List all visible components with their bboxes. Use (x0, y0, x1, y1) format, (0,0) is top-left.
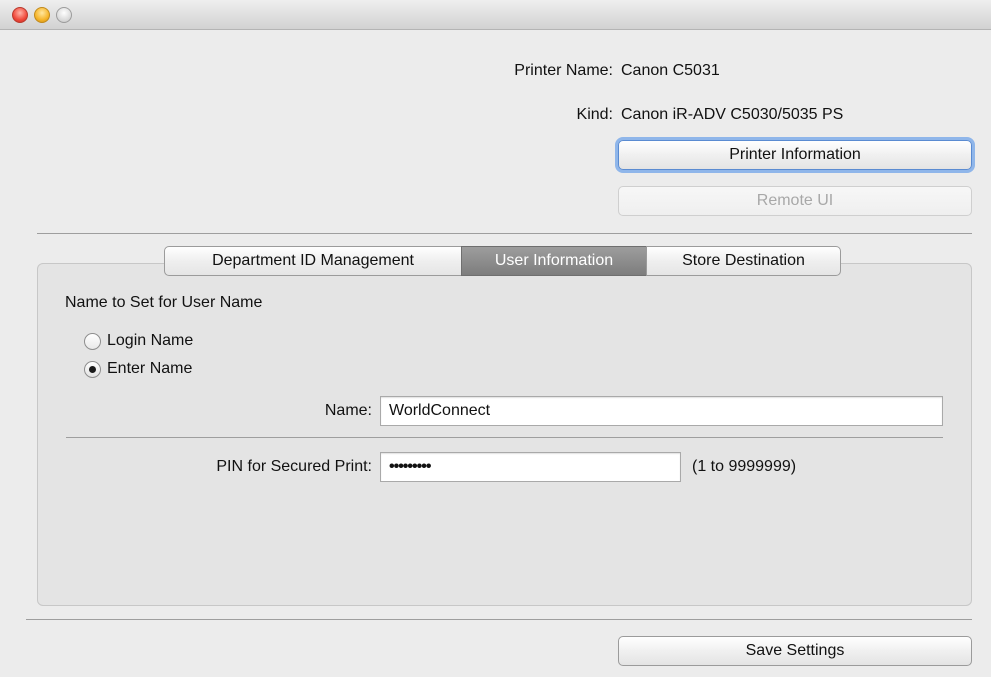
pin-input[interactable]: ••••••••• (380, 452, 681, 482)
printer-kind-label: Kind: (576, 106, 613, 123)
printer-kind-value: Canon iR-ADV C5030/5035 PS (621, 106, 844, 123)
minimize-window-button[interactable] (34, 7, 50, 23)
pin-range-hint: (1 to 9999999) (692, 458, 797, 475)
printer-name-label: Printer Name: (514, 62, 613, 79)
printer-information-button[interactable]: Printer Information (618, 140, 972, 170)
tab-bar: Department ID Management User Informatio… (164, 246, 841, 276)
user-name-section-title: Name to Set for User Name (65, 294, 263, 311)
enter-name-label: Enter Name (107, 360, 193, 377)
user-name-input[interactable]: WorldConnect (380, 396, 943, 426)
login-name-radio[interactable] (84, 332, 101, 350)
zoom-window-button[interactable] (56, 7, 72, 23)
printer-settings-window: Printer Name: Canon C5031 Kind: Canon iR… (0, 0, 991, 677)
login-name-label: Login Name (107, 332, 194, 349)
name-field-label: Name: (324, 402, 372, 419)
title-bar (0, 0, 991, 30)
tab-department-id-management[interactable]: Department ID Management (164, 246, 462, 276)
tab-user-information[interactable]: User Information (461, 246, 647, 276)
printer-name-value: Canon C5031 (621, 62, 720, 79)
bottom-separator (26, 619, 972, 620)
top-separator (37, 233, 972, 234)
field-separator (66, 437, 943, 438)
close-window-button[interactable] (12, 7, 28, 23)
remote-ui-button[interactable]: Remote UI (618, 186, 972, 216)
pin-field-label: PIN for Secured Print: (216, 458, 372, 475)
enter-name-option[interactable]: Enter Name (84, 358, 192, 380)
enter-name-radio[interactable] (84, 360, 101, 378)
save-settings-button[interactable]: Save Settings (618, 636, 972, 666)
tab-store-destination[interactable]: Store Destination (646, 246, 841, 276)
tab-content-panel (37, 263, 972, 606)
login-name-option[interactable]: Login Name (84, 330, 193, 352)
